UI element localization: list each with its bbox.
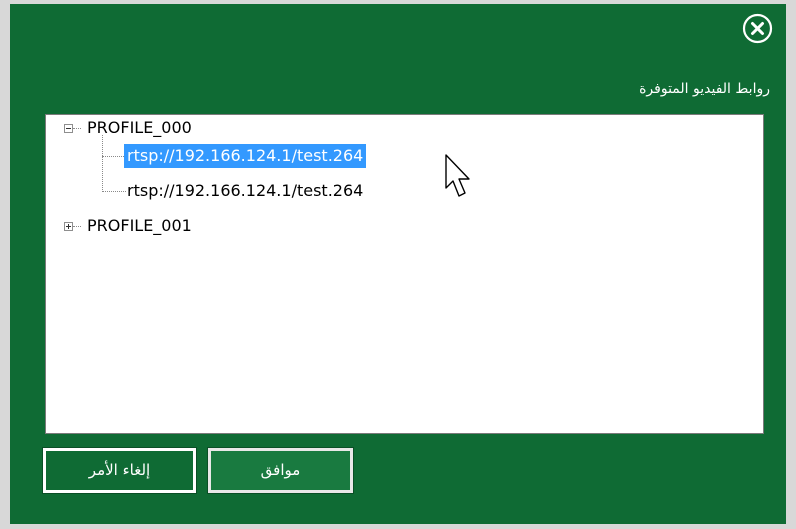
expand-icon[interactable]	[64, 222, 73, 231]
section-label: روابط الفيديو المتوفرة	[639, 81, 770, 97]
tree-connector	[73, 226, 81, 227]
tree-node-label: rtsp://192.166.124.1/test.264	[127, 181, 364, 200]
mouse-pointer-icon	[440, 152, 476, 202]
tree-node-label: rtsp://192.166.124.1/test.264	[124, 144, 367, 168]
video-links-dialog: روابط الفيديو المتوفرة PROFILE_000 rtsp:…	[0, 0, 796, 529]
cancel-button[interactable]: إلغاء الأمر	[42, 447, 197, 494]
tree-connector	[102, 191, 126, 192]
video-links-tree[interactable]: PROFILE_000 rtsp://192.166.124.1/test.26…	[45, 114, 764, 434]
tree-connector	[102, 156, 126, 157]
tree-connector	[73, 128, 81, 129]
tree-node-label: PROFILE_001	[87, 216, 192, 235]
ok-button[interactable]: موافق	[207, 447, 354, 494]
close-icon[interactable]	[742, 13, 773, 44]
tree-node-label: PROFILE_000	[87, 118, 192, 137]
tree-node-stream-1[interactable]: rtsp://192.166.124.1/test.264	[124, 143, 367, 169]
tree-node-stream-2[interactable]: rtsp://192.166.124.1/test.264	[124, 178, 366, 204]
tree-node-profile-000[interactable]: PROFILE_000	[84, 115, 195, 141]
collapse-icon[interactable]	[64, 124, 73, 133]
tree-node-profile-001[interactable]: PROFILE_001	[84, 213, 195, 239]
tree-connector	[102, 135, 103, 192]
